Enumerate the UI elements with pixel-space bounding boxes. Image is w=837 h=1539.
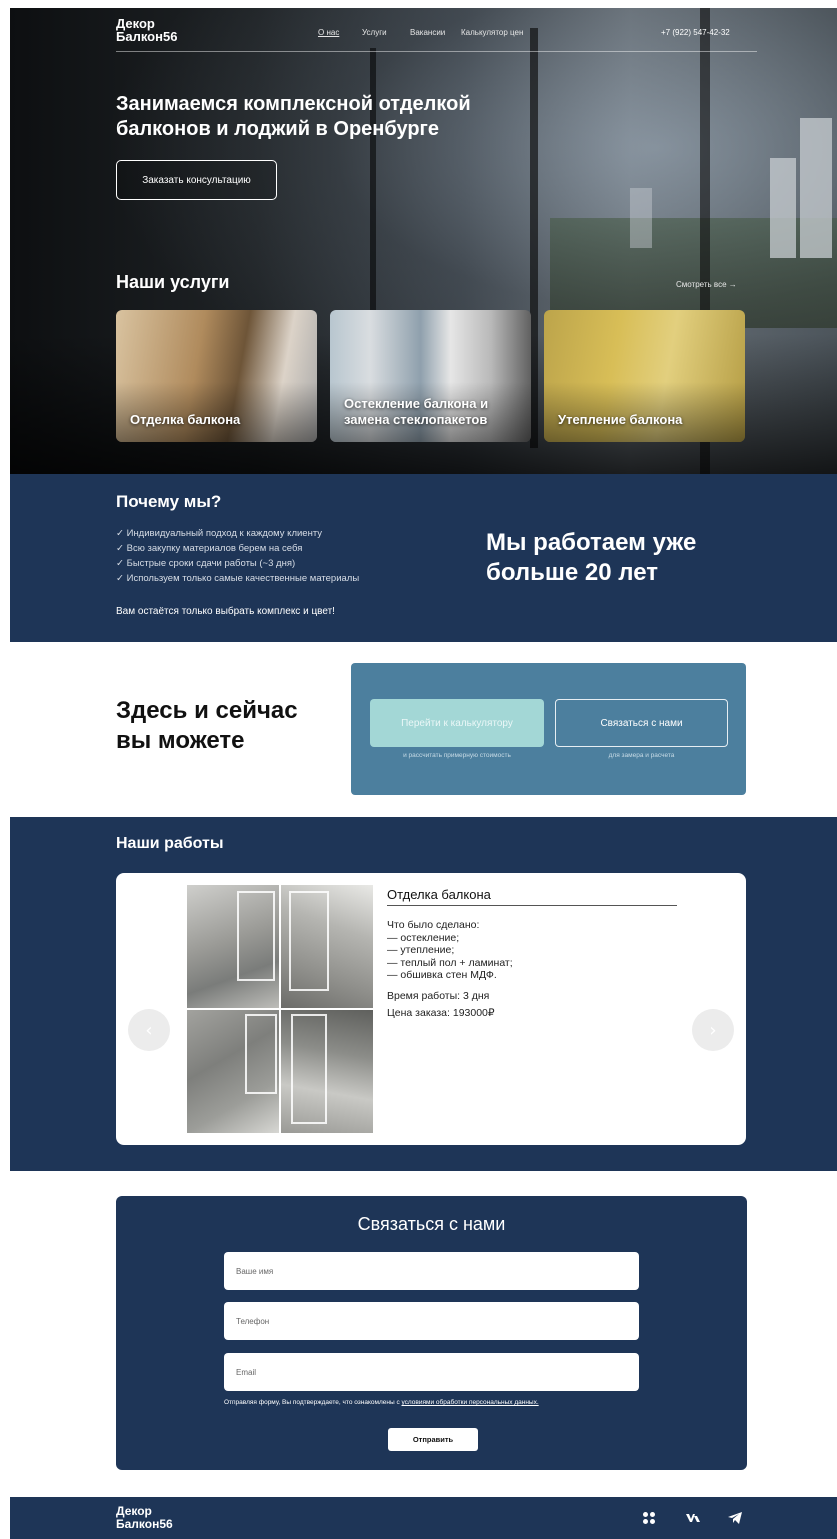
service-card-glazing[interactable]: Остекление балкона и замена стеклопакето…: [330, 310, 531, 442]
list-item: Используем только самые качественные мат…: [116, 571, 360, 586]
calculator-button[interactable]: Перейти к калькулятору: [370, 699, 544, 747]
list-item: Индивидуальный подход к каждому клиенту: [116, 526, 359, 541]
logo[interactable]: Декор Балкон56: [116, 17, 177, 43]
see-all-link[interactable]: Смотреть все →: [676, 280, 737, 289]
why-us-list: Индивидуальный подход к каждому клиенту …: [116, 526, 360, 586]
top-navigation: Декор Балкон56 О нас Услуги Вакансии Кал…: [10, 8, 837, 52]
phone-number[interactable]: +7 (922) 547-42-32: [661, 28, 730, 37]
vk-icon[interactable]: [684, 1509, 702, 1527]
work-photo: [187, 1010, 279, 1133]
footer-logo[interactable]: Декор Балкон56: [116, 1505, 173, 1531]
service-card-label: Остекление балкона и замена стеклопакето…: [344, 396, 489, 427]
nav-divider: [116, 51, 757, 52]
consultation-button[interactable]: Заказать консультацию: [116, 160, 277, 200]
name-input[interactable]: [224, 1252, 639, 1290]
why-us-section: Почему мы? Индивидуальный подход к каждо…: [10, 474, 837, 642]
work-title-underline: [387, 905, 677, 906]
nav-about[interactable]: О нас: [318, 28, 339, 37]
work-description: Что было сделано: — остекление; — утепле…: [387, 919, 513, 1022]
nav-price-calculator[interactable]: Калькулятор цен: [461, 28, 523, 37]
dots-icon[interactable]: [640, 1509, 658, 1527]
work-photo: [187, 885, 279, 1008]
contact-us-button[interactable]: Связаться с нами: [555, 699, 728, 747]
contact-caption: для замера и расчета: [608, 752, 675, 759]
cta-panel: Перейти к калькулятору Связаться с нами …: [351, 663, 746, 795]
work-title: Отделка балкона: [387, 887, 491, 902]
chevron-left-icon[interactable]: ‹: [128, 1009, 170, 1051]
phone-input[interactable]: [224, 1302, 639, 1340]
service-card-finishing[interactable]: Отделка балкона: [116, 310, 317, 442]
work-price: Цена заказа: 193000₽: [387, 1006, 495, 1019]
why-us-note: Вам остаётся только выбрать комплекс и ц…: [116, 606, 335, 617]
works-title: Наши работы: [116, 835, 224, 852]
service-card-label: Отделка балкона: [130, 412, 241, 427]
submit-button[interactable]: Отправить: [388, 1428, 478, 1451]
privacy-policy-link[interactable]: условиями обработки персональных данных.: [402, 1399, 539, 1406]
calculator-caption: и рассчитать примерную стоимость: [403, 752, 511, 759]
email-input[interactable]: [224, 1353, 639, 1391]
chevron-right-icon[interactable]: ›: [692, 1009, 734, 1051]
work-photo: [281, 885, 373, 1008]
service-card-label: Утепление балкона: [558, 412, 683, 427]
services-title: Наши услуги: [116, 272, 230, 292]
works-section: Наши работы ‹ Отделка балкона Что было с…: [10, 817, 837, 1171]
service-card-insulation[interactable]: Утепление балкона: [544, 310, 745, 442]
list-item: Быстрые сроки сдачи работы (~3 дня): [116, 556, 359, 571]
nav-vacancies[interactable]: Вакансии: [410, 28, 445, 37]
work-photo: [281, 1010, 373, 1133]
cta-title: Здесь и сейчас вы можете: [116, 697, 298, 754]
works-carousel: ‹ Отделка балкона Что было сделано: — ос…: [116, 873, 746, 1145]
work-time: Время работы: 3 дня: [387, 989, 490, 1002]
telegram-icon[interactable]: [726, 1509, 744, 1527]
hero-title: Занимаемся комплексной отделкой балконов…: [116, 93, 471, 140]
years-experience: Мы работаем уже больше 20 лет: [486, 529, 697, 586]
consent-text: Отправляя форму, Вы подтверждаете, что о…: [224, 1399, 539, 1406]
contact-form: Связаться с нами Отправляя форму, Вы под…: [116, 1196, 747, 1470]
list-item: Всю закупку материалов берем на себя: [116, 541, 359, 556]
footer: Декор Балкон56: [10, 1497, 837, 1539]
nav-services[interactable]: Услуги: [362, 28, 387, 37]
why-us-title: Почему мы?: [116, 492, 222, 511]
contact-title: Связаться с нами: [357, 1214, 506, 1234]
work-photos: [187, 885, 373, 1133]
